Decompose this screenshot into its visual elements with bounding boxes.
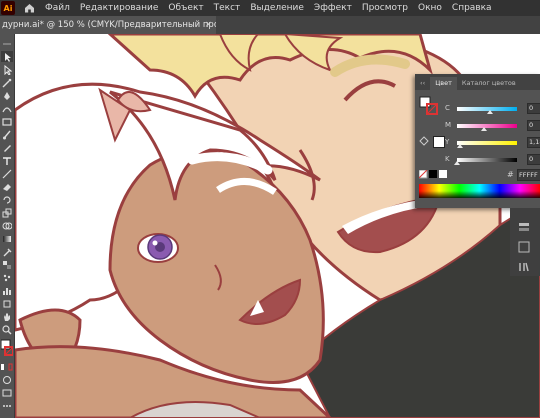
cyan-label: C (445, 104, 450, 112)
color-spectrum-bar[interactable] (419, 184, 540, 198)
layers-icon[interactable] (518, 218, 530, 237)
side-panel-dock (510, 208, 540, 276)
menu-select[interactable]: Выделение (245, 3, 309, 13)
magenta-track[interactable] (457, 124, 517, 128)
gradient-tool-icon[interactable] (1, 233, 13, 244)
menu-view[interactable]: Просмотр (357, 3, 413, 13)
menu-object[interactable]: Объект (163, 3, 208, 13)
color-mode-icon[interactable] (1, 361, 13, 372)
document-tab-bar: дурни.ai* @ 150 % (CMYK/Предварительный … (0, 16, 540, 34)
cyan-thumb[interactable] (487, 110, 493, 114)
rectangle-tool-icon[interactable] (1, 116, 13, 127)
menu-bar: Ai Файл Редактирование Объект Текст Выде… (0, 0, 540, 16)
menu-edit[interactable]: Редактирование (75, 3, 164, 13)
magenta-value-input[interactable]: 0 (527, 120, 540, 131)
line-tool-icon[interactable] (1, 168, 13, 179)
hex-value-input[interactable]: FFFFF (517, 169, 540, 181)
tab-expand-arrows[interactable]: ‹‹ (415, 77, 430, 90)
black-value-input[interactable]: 0 (527, 154, 540, 165)
color-panel: ‹‹ Цвет Каталог цветов C 0 M 0 Y 1,18 K … (415, 74, 540, 208)
menu-file[interactable]: Файл (40, 3, 75, 13)
screen-mode-icon[interactable] (1, 387, 13, 398)
document-tab-title: дурни.ai* @ 150 % (CMYK/Предварительный … (2, 20, 216, 30)
paintbrush-tool-icon[interactable] (1, 129, 13, 140)
current-color-chip[interactable] (433, 136, 445, 148)
appearance-icon[interactable] (518, 238, 530, 257)
eyedropper-tool-icon[interactable] (1, 246, 13, 257)
panel-fill-stroke-swatch[interactable] (419, 96, 441, 118)
yellow-slider[interactable]: Y 1,18 (445, 137, 540, 148)
shape-builder-tool-icon[interactable] (1, 220, 13, 231)
color-panel-tabs: ‹‹ Цвет Каталог цветов (415, 74, 540, 90)
symbol-sprayer-tool-icon[interactable] (1, 272, 13, 283)
magenta-thumb[interactable] (481, 127, 487, 131)
zoom-tool-icon[interactable] (1, 324, 13, 335)
eraser-tool-icon[interactable] (1, 181, 13, 192)
blend-tool-icon[interactable] (1, 259, 13, 270)
yellow-label: Y (445, 138, 450, 146)
out-of-gamut-icon[interactable] (419, 136, 429, 146)
draw-mode-icon[interactable] (1, 374, 13, 385)
rotate-tool-icon[interactable] (1, 194, 13, 205)
menu-type[interactable]: Текст (209, 3, 246, 13)
magenta-label: M (445, 121, 452, 129)
direct-selection-tool-icon[interactable] (1, 64, 13, 75)
illustrator-logo: Ai (1, 1, 15, 15)
tab-color[interactable]: Цвет (430, 77, 457, 90)
black-label: K (445, 155, 450, 163)
black-slider[interactable]: K 0 (445, 154, 540, 165)
scale-tool-icon[interactable] (1, 207, 13, 218)
cyan-value-input[interactable]: 0 (527, 103, 540, 114)
cyan-slider[interactable]: C 0 (445, 103, 540, 114)
quick-color-chips[interactable] (418, 169, 449, 179)
libraries-icon[interactable] (518, 258, 530, 277)
curvature-tool-icon[interactable] (1, 103, 13, 114)
front-character-eye-highlight (152, 240, 158, 246)
black-track[interactable] (457, 158, 517, 162)
document-tab[interactable]: дурни.ai* @ 150 % (CMYK/Предварительный … (0, 16, 216, 34)
yellow-value-input[interactable]: 1,18 (527, 137, 540, 148)
yellow-thumb[interactable] (457, 144, 463, 148)
hex-hash-icon: # (507, 170, 514, 179)
fill-stroke-swatch[interactable] (1, 338, 13, 358)
pencil-tool-icon[interactable] (1, 142, 13, 153)
hand-tool-icon[interactable] (1, 311, 13, 322)
magenta-slider[interactable]: M 0 (445, 120, 540, 131)
tools-panel (0, 34, 15, 418)
selection-tool-icon[interactable] (1, 51, 13, 62)
tab-swatch-libraries[interactable]: Каталог цветов (457, 77, 521, 90)
menu-help[interactable]: Справка (447, 3, 497, 13)
black-thumb[interactable] (454, 161, 460, 165)
menu-effect[interactable]: Эффект (309, 3, 357, 13)
artboard-tool-icon[interactable] (1, 298, 13, 309)
magic-wand-tool-icon[interactable] (1, 77, 13, 88)
home-icon[interactable] (18, 3, 40, 13)
pen-tool-icon[interactable] (1, 90, 13, 101)
close-icon[interactable]: × (204, 16, 212, 34)
more-tools-icon[interactable] (1, 400, 13, 411)
yellow-track[interactable] (457, 141, 517, 145)
graph-tool-icon[interactable] (1, 285, 13, 296)
collapse-icon[interactable] (1, 38, 13, 49)
menu-window[interactable]: Окно (413, 3, 447, 13)
type-tool-icon[interactable] (1, 155, 13, 166)
